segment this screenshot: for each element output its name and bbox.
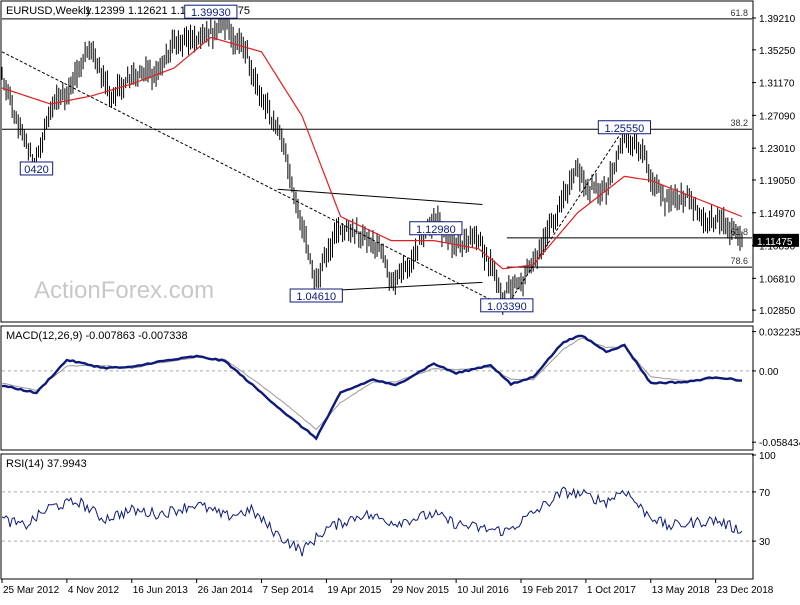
level-label-4: 1.04610	[296, 291, 336, 303]
x-tick-label: 23 Dec 2018	[717, 585, 774, 596]
price-tick-label: 1.23010	[759, 144, 796, 155]
macd-tick-label: 0.00	[759, 367, 779, 378]
symbol-label: EURUSD,Weekly	[6, 5, 92, 17]
level-label-3: 1.12980	[416, 224, 456, 236]
x-tick-label: 26 Jan 2014	[198, 585, 253, 596]
level-label-2: 1.25550	[605, 123, 645, 135]
macd-title: MACD(12,26,9) -0.007863 -0.007338	[6, 330, 188, 342]
x-tick-label: 7 Sep 2014	[263, 585, 315, 596]
price-tick-label: 1.31170	[759, 79, 795, 90]
price-tick-label: 1.39210	[759, 14, 796, 25]
price-tick-label: 1.27090	[759, 111, 796, 122]
macd-panel-frame	[0, 325, 754, 451]
level-label-0: 1.39930	[191, 7, 231, 19]
x-tick-label: 19 Feb 2017	[522, 585, 579, 596]
rsi-panel-frame	[0, 453, 754, 580]
x-tick-label: 19 Apr 2015	[327, 585, 381, 596]
x-tick-label: 4 Nov 2012	[68, 585, 120, 596]
macd-tick-label: 0.032235	[759, 328, 800, 339]
macd-tick-label: -0.058434	[759, 438, 800, 449]
price-tick-label: 1.35250	[759, 46, 796, 57]
price-tick-label: 1.19050	[759, 176, 796, 187]
fib-label-3: 78.6	[730, 256, 748, 266]
x-tick-label: 10 Jul 2016	[457, 585, 509, 596]
level-label-1: 0420	[24, 164, 48, 176]
price-panel-frame	[0, 0, 754, 323]
fib-label-0: 61.8	[730, 8, 748, 18]
rsi-tick-label: 100	[759, 451, 776, 462]
chart-svg: ActionForex.com EURUSD,Weekly 1.12399 1.…	[0, 0, 800, 596]
current-price-label: 1.11475	[757, 237, 793, 248]
x-tick-label: 25 Mar 2012	[3, 585, 60, 596]
rsi-tick-label: 30	[759, 537, 771, 548]
x-tick-label: 1 Oct 2017	[587, 585, 636, 596]
x-tick-label: 13 May 2018	[652, 585, 710, 596]
rsi-title: RSI(14) 37.9943	[6, 458, 87, 470]
watermark: ActionForex.com	[34, 277, 214, 304]
rsi-tick-label: 70	[759, 488, 771, 499]
fib-label-1: 38.2	[730, 118, 748, 128]
x-tick-label: 29 Nov 2015	[392, 585, 449, 596]
level-label-5: 1.03390	[487, 301, 527, 313]
x-tick-label: 16 Jun 2013	[133, 585, 188, 596]
price-tick-label: 1.06810	[759, 274, 796, 285]
price-tick-label: 1.02850	[759, 306, 796, 317]
fib-label-2: 61.8	[730, 227, 748, 237]
chart-root: ActionForex.com EURUSD,Weekly 1.12399 1.…	[0, 0, 800, 600]
price-tick-label: 1.14970	[759, 209, 796, 220]
